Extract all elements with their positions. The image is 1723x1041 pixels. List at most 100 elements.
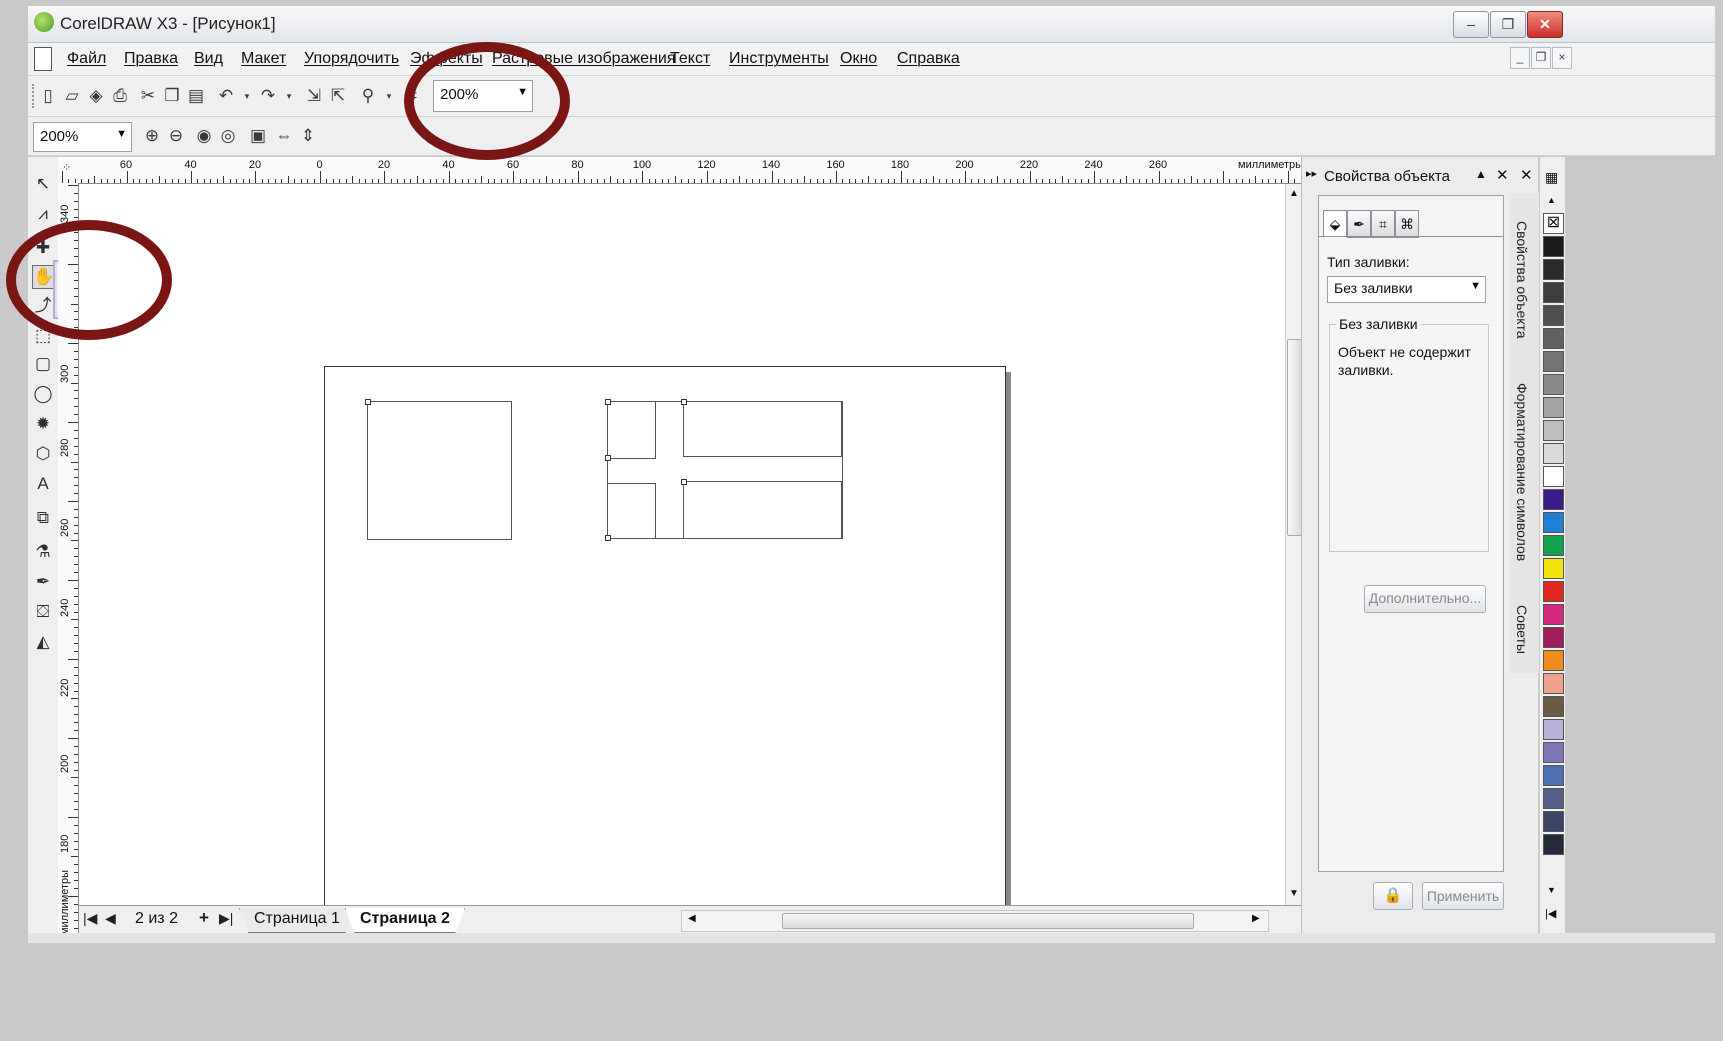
color-swatch[interactable] xyxy=(1543,397,1564,418)
outline-tool-icon[interactable]: ✒ xyxy=(32,571,54,593)
no-fill-swatch[interactable]: ⊠ xyxy=(1543,213,1564,234)
tab-page-1[interactable]: Страница 1 xyxy=(239,908,355,933)
application-launcher-icon[interactable]: ⚲ xyxy=(358,86,378,106)
interactive-fill-tool-icon[interactable]: ◭ xyxy=(32,631,54,653)
menu-layout[interactable]: Макет xyxy=(241,50,286,68)
scroll-left-icon[interactable]: ◀ xyxy=(688,913,696,924)
first-page-icon[interactable]: |◀ xyxy=(83,910,97,927)
flag-bottom-right-rectangle[interactable] xyxy=(683,481,842,539)
color-swatch[interactable] xyxy=(1543,420,1564,441)
outline-tab-icon[interactable]: ✒ xyxy=(1347,210,1371,238)
mdi-close-button[interactable]: × xyxy=(1552,47,1572,69)
color-swatch[interactable] xyxy=(1543,535,1564,556)
horizontal-scrollbar[interactable]: ◀ ▶ xyxy=(681,910,1269,932)
eyedropper-tool-icon[interactable]: ⚗ xyxy=(32,541,54,563)
flag-top-left-rectangle[interactable] xyxy=(607,401,656,459)
menu-arrange[interactable]: Упорядочить xyxy=(304,50,399,68)
color-swatch[interactable] xyxy=(1543,282,1564,303)
node-handle[interactable] xyxy=(681,399,687,405)
undo-dropdown-icon[interactable]: ▾ xyxy=(237,86,257,106)
general-tab-icon[interactable]: ⌗ xyxy=(1371,210,1395,238)
color-swatch[interactable] xyxy=(1543,834,1564,855)
zoom-in-icon[interactable]: ⊕ xyxy=(142,126,162,146)
pick-tool-icon[interactable]: ↖ xyxy=(32,173,54,195)
menu-view[interactable]: Вид xyxy=(194,50,223,68)
color-swatch[interactable] xyxy=(1543,604,1564,625)
fill-type-select[interactable]: Без заливки ▼ xyxy=(1327,276,1486,303)
palette-scroll-up-icon[interactable]: ▲ xyxy=(1547,195,1556,205)
docker-minimize-icon[interactable]: ▲ xyxy=(1475,167,1487,181)
ellipse-tool-icon[interactable]: ◯ xyxy=(32,383,54,405)
palette-menu-icon[interactable]: ▦ xyxy=(1545,169,1558,186)
restore-button[interactable]: ❐ xyxy=(1490,11,1526,38)
scroll-up-icon[interactable]: ▲ xyxy=(1289,188,1299,199)
color-swatch[interactable] xyxy=(1543,627,1564,648)
menu-edit[interactable]: Правка xyxy=(124,50,178,68)
color-swatch[interactable] xyxy=(1543,581,1564,602)
open-icon[interactable]: ▱ xyxy=(62,86,82,106)
vertical-scrollbar[interactable]: ▲ ▼ xyxy=(1285,184,1302,905)
menu-help[interactable]: Справка xyxy=(897,50,960,68)
fill-tool-icon[interactable]: ⛋ xyxy=(32,601,54,623)
redo-dropdown-icon[interactable]: ▾ xyxy=(279,86,299,106)
mdi-restore-button[interactable]: ❐ xyxy=(1531,47,1551,69)
export-icon[interactable]: ⇱ xyxy=(328,86,348,106)
fill-tab-icon[interactable]: ⬙ xyxy=(1323,210,1347,238)
tab-page-2[interactable]: Страница 2 xyxy=(345,908,465,933)
vertical-scroll-thumb[interactable] xyxy=(1287,339,1302,536)
zoom-page-height-icon[interactable]: ⇕ xyxy=(298,126,318,146)
launcher-dropdown-icon[interactable]: ▾ xyxy=(379,86,399,106)
color-swatch[interactable] xyxy=(1543,558,1564,579)
menu-text[interactable]: Текст xyxy=(670,50,710,68)
cut-icon[interactable]: ✂ xyxy=(138,86,158,106)
color-swatch[interactable] xyxy=(1543,305,1564,326)
color-swatch[interactable] xyxy=(1543,259,1564,280)
document-page[interactable] xyxy=(324,366,1006,905)
shape-tool-icon[interactable]: ⩘ xyxy=(32,203,54,225)
color-swatch[interactable] xyxy=(1543,742,1564,763)
print-icon[interactable]: ⎙ xyxy=(110,86,130,106)
docker-close-all-icon[interactable]: ✕ xyxy=(1520,166,1533,184)
color-swatch[interactable] xyxy=(1543,696,1564,717)
more-button[interactable]: Дополнительно... xyxy=(1364,585,1486,613)
flag-top-right-rectangle[interactable] xyxy=(683,401,842,457)
previous-page-icon[interactable]: ◀ xyxy=(105,910,116,927)
zoom-combo[interactable]: 200% ▼ xyxy=(33,122,132,152)
last-page-icon[interactable]: ▶| xyxy=(219,910,233,927)
horizontal-scroll-thumb[interactable] xyxy=(782,913,1194,929)
color-swatch[interactable] xyxy=(1543,489,1564,510)
square-rectangle[interactable] xyxy=(367,401,512,540)
internet-tab-icon[interactable]: ⌘ xyxy=(1395,210,1419,238)
side-tab-character-formatting[interactable]: Форматирование символов xyxy=(1514,383,1530,561)
polygon-tool-icon[interactable]: ✹ xyxy=(32,413,54,435)
color-swatch[interactable] xyxy=(1543,328,1564,349)
collapse-docker-icon[interactable]: ▸▸ xyxy=(1306,167,1317,180)
color-swatch[interactable] xyxy=(1543,351,1564,372)
chevron-down-icon[interactable]: ▼ xyxy=(1470,280,1481,292)
flag-bottom-left-rectangle[interactable] xyxy=(607,483,656,539)
apply-button[interactable]: Применить xyxy=(1422,882,1504,910)
color-swatch[interactable] xyxy=(1543,443,1564,464)
node-handle[interactable] xyxy=(605,535,611,541)
add-page-icon[interactable]: + xyxy=(199,908,209,928)
zoom-page-icon[interactable]: ▣ xyxy=(248,126,268,146)
save-icon[interactable]: ◈ xyxy=(86,86,106,106)
docker-close-icon[interactable]: ✕ xyxy=(1496,166,1509,184)
ruler-origin-icon[interactable]: ⁘ xyxy=(62,161,71,174)
side-tab-hints[interactable]: Советы xyxy=(1514,605,1530,654)
undo-icon[interactable]: ↶ xyxy=(216,86,236,106)
color-swatch[interactable] xyxy=(1543,788,1564,809)
new-document-icon[interactable]: ▯ xyxy=(38,86,58,106)
chevron-down-icon[interactable]: ▼ xyxy=(116,128,127,140)
palette-first-icon[interactable]: |◀ xyxy=(1545,907,1556,920)
mdi-minimize-button[interactable]: _ xyxy=(1510,47,1530,69)
toolbar-grip[interactable] xyxy=(32,84,37,108)
drawing-canvas[interactable] xyxy=(79,184,1285,905)
palette-scroll-down-icon[interactable]: ▼ xyxy=(1547,885,1556,895)
side-tab-object-properties[interactable]: Свойства объекта xyxy=(1514,221,1530,339)
paste-icon[interactable]: ▤ xyxy=(186,86,206,106)
node-handle[interactable] xyxy=(365,399,371,405)
color-swatch[interactable] xyxy=(1543,466,1564,487)
lock-button[interactable]: 🔒 xyxy=(1373,882,1413,910)
color-swatch[interactable] xyxy=(1543,650,1564,671)
